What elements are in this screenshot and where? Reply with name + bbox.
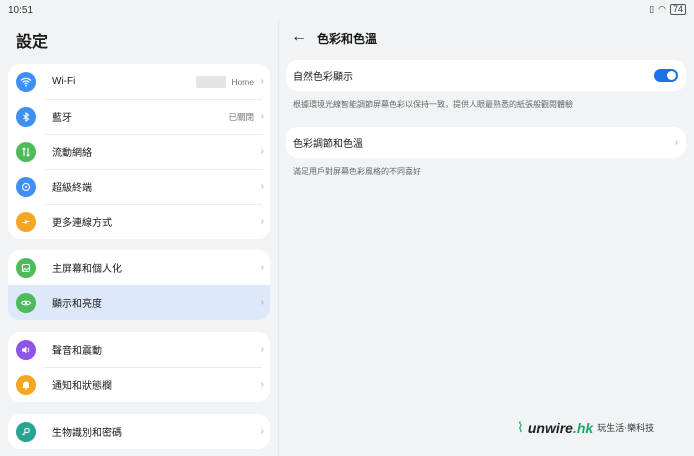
sidebar-item-super-device[interactable]: 超級終端 ›	[8, 169, 270, 204]
sidebar-item-more-connections[interactable]: 更多連線方式 ›	[8, 204, 270, 239]
home-screen-icon	[16, 257, 36, 278]
key-icon	[16, 421, 36, 442]
chevron-right-icon: ›	[260, 344, 264, 355]
chevron-right-icon: ›	[260, 426, 264, 437]
wifi-icon	[16, 71, 36, 92]
super-device-icon	[16, 176, 36, 197]
detail-title: 色彩和色溫	[317, 32, 378, 46]
chevron-right-icon: ›	[674, 137, 678, 148]
vibrate-icon: ▯	[649, 4, 655, 14]
sidebar-item-biometrics[interactable]: 生物識別和密碼 ›	[8, 414, 270, 449]
back-arrow-icon[interactable]: ←	[291, 28, 307, 46]
chevron-right-icon: ›	[260, 379, 264, 390]
color-adjust-row[interactable]: 色彩調節和色溫 ›	[286, 127, 686, 158]
bluetooth-icon	[16, 106, 36, 127]
chevron-right-icon: ›	[260, 181, 264, 192]
sidebar-item-label: 超級終端	[52, 183, 92, 194]
sidebar-item-bluetooth[interactable]: 藍牙 已關閉 ›	[8, 99, 270, 134]
settings-group-display: 主屏幕和個人化 › 顯示和亮度 ›	[8, 250, 270, 320]
chevron-right-icon: ›	[260, 146, 264, 157]
settings-sidebar: 設定 Wi-Fi Home › 藍牙 已關閉 › 流動網絡 › 超級終端 › 更…	[0, 20, 278, 456]
wifi-status-icon: ◠	[658, 4, 666, 14]
watermark-logo: unwire.hk	[527, 419, 594, 436]
sidebar-item-mobile-network[interactable]: 流動網絡 ›	[8, 134, 270, 169]
sidebar-item-home-screen[interactable]: 主屏幕和個人化 ›	[8, 250, 270, 285]
color-adjust-label: 色彩調節和色溫	[293, 139, 363, 150]
settings-group-connectivity: Wi-Fi Home › 藍牙 已關閉 › 流動網絡 › 超級終端 › 更多連線…	[8, 64, 270, 239]
sidebar-item-label: 主屏幕和個人化	[52, 264, 122, 275]
sidebar-item-label: 更多連線方式	[52, 218, 112, 229]
eye-icon	[16, 292, 36, 313]
battery-indicator: 74	[669, 4, 686, 15]
detail-pane: ← 色彩和色溫 自然色彩顯示 根據環境光線智能調節屏幕色彩以保持一致，提供人眼最…	[279, 20, 694, 456]
sidebar-item-label: 顯示和亮度	[52, 299, 102, 310]
bluetooth-value: 已關閉	[228, 111, 254, 122]
settings-group-security: 生物識別和密碼 ›	[8, 414, 270, 449]
page-title: 設定	[16, 34, 49, 51]
sidebar-item-label: 生物識別和密碼	[52, 428, 122, 439]
sidebar-item-label: 通知和狀態欄	[52, 381, 112, 392]
chevron-right-icon: ›	[260, 76, 264, 87]
chevron-right-icon: ›	[260, 297, 264, 308]
sound-icon	[16, 339, 36, 360]
mobile-network-icon	[16, 141, 36, 162]
color-adjust-description: 滿足用戶對屏幕色彩風格的不同喜好	[293, 167, 421, 176]
sidebar-item-sound[interactable]: 聲音和震動 ›	[8, 332, 270, 367]
natural-color-label: 自然色彩顯示	[293, 72, 353, 83]
settings-group-sound: 聲音和震動 › 通知和狀態欄 ›	[8, 332, 270, 402]
sidebar-item-label: 流動網絡	[52, 148, 92, 159]
watermark-tagline: 玩生活‧樂科技	[597, 423, 655, 433]
bell-icon	[16, 374, 36, 395]
sidebar-item-label: Wi-Fi	[52, 76, 76, 87]
natural-color-row[interactable]: 自然色彩顯示	[286, 60, 686, 91]
watermark: ⌇ unwire.hk 玩生活‧樂科技	[517, 419, 654, 436]
sidebar-item-notifications[interactable]: 通知和狀態欄 ›	[8, 367, 270, 402]
sidebar-item-label: 聲音和震動	[52, 346, 102, 357]
status-time: 10:51	[8, 5, 34, 16]
wifi-value: Home	[231, 76, 254, 87]
unwire-logo-icon: ⌇	[517, 419, 524, 435]
ssid-redaction	[196, 75, 226, 88]
more-connections-icon	[16, 211, 36, 232]
status-bar: 10:51 ▯ ◠ 74	[0, 0, 694, 20]
natural-color-toggle[interactable]	[654, 69, 678, 82]
sidebar-item-label: 藍牙	[52, 113, 72, 124]
sidebar-item-display-brightness[interactable]: 顯示和亮度 ›	[8, 285, 270, 320]
status-icons: ▯ ◠ 74	[649, 4, 686, 15]
natural-color-description: 根據環境光線智能調節屏幕色彩以保持一致，提供人眼最熟悉的紙張般觀閱體驗	[293, 100, 573, 109]
chevron-right-icon: ›	[260, 216, 264, 227]
chevron-right-icon: ›	[260, 111, 264, 122]
sidebar-item-wifi[interactable]: Wi-Fi Home ›	[8, 64, 270, 99]
chevron-right-icon: ›	[260, 262, 264, 273]
